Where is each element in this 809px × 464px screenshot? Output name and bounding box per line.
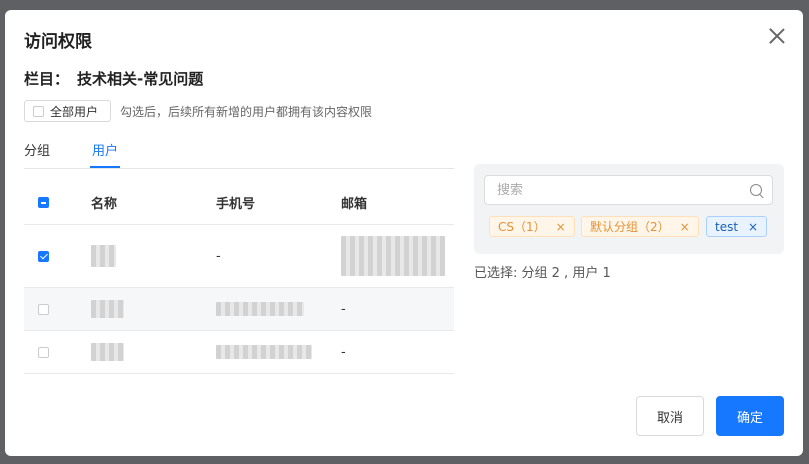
table-row[interactable]: - [24,331,454,374]
user-name-redacted [91,245,116,267]
selected-summary: 已选择: 分组 2 , 用户 1 [474,266,611,281]
user-email-redacted [341,236,445,276]
tag-label: 默认分组（2） [590,220,670,234]
table-row[interactable]: - [24,288,454,331]
user-phone: - [216,248,221,264]
tag-label: test [715,219,739,234]
selected-tag: 默认分组（2） × [581,216,699,237]
search-box[interactable] [484,175,773,205]
checkbox-icon[interactable] [33,105,44,117]
user-table: 名称 手机号 邮箱 - - - [24,181,454,374]
row-checkbox[interactable] [38,303,49,315]
search-input[interactable] [495,182,739,199]
selected-tag: test × [706,216,768,237]
active-tab-indicator [90,166,120,168]
access-permission-dialog: 访问权限 栏目： 技术相关-常见问题 全部用户 勾选后，后续所有新增的用户都拥有该… [5,10,803,456]
search-icon[interactable] [750,184,762,196]
header-phone: 手机号 [216,197,256,212]
header-email: 邮箱 [341,197,368,212]
table-row[interactable]: - [24,225,454,288]
user-email: - [341,344,346,360]
column-prefix: 栏目： [24,70,70,88]
tab-user[interactable]: 用户 [92,140,118,159]
column-name: 技术相关-常见问题 [77,70,204,88]
user-name-redacted [91,300,124,318]
watermark-logo-icon [5,434,29,451]
tag-close-icon[interactable]: × [748,220,758,234]
user-phone-redacted [216,302,304,316]
dialog-title: 访问权限 [24,32,92,52]
column-info: 栏目： 技术相关-常见问题 [24,68,203,89]
all-users-hint: 勾选后，后续所有新增的用户都拥有该内容权限 [120,105,373,119]
user-name-redacted [91,343,124,361]
confirm-button[interactable]: 确定 [716,396,784,436]
header-name: 名称 [91,197,118,212]
tag-close-icon[interactable]: × [556,220,566,234]
user-email: - [341,301,346,317]
tab-group[interactable]: 分组 [24,140,50,159]
watermark: 大数跨境 [5,433,87,452]
selected-tag: CS（1） × [489,216,575,237]
tag-close-icon[interactable]: × [680,220,690,234]
cancel-button[interactable]: 取消 [636,396,704,436]
table-header: 名称 手机号 邮箱 [24,181,454,225]
selection-panel: CS（1） × 默认分组（2） × test × [474,164,784,254]
watermark-text: 大数跨境 [35,437,88,452]
close-icon[interactable] [765,24,789,48]
select-all-checkbox[interactable] [38,197,49,208]
row-checkbox[interactable] [38,346,49,358]
tag-label: CS（1） [498,220,546,234]
tab-bar: 分组 用户 [24,140,454,169]
row-checkbox[interactable] [38,250,49,262]
user-phone-redacted [216,345,312,359]
all-users-label: 全部用户 [50,104,99,119]
all-users-checkbox[interactable]: 全部用户 [24,100,111,122]
